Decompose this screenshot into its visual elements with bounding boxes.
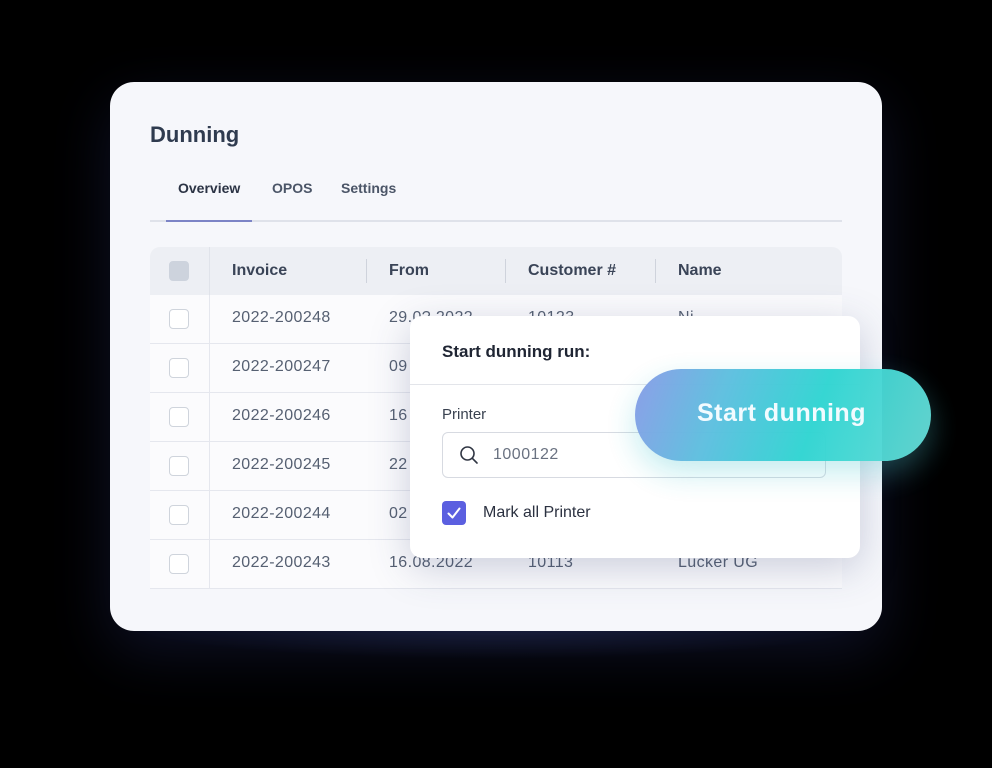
column-header-name[interactable]: Name xyxy=(678,262,722,280)
active-tab-indicator xyxy=(166,220,252,222)
column-header-from[interactable]: From xyxy=(389,262,429,280)
printer-label: Printer xyxy=(442,406,487,423)
cell-invoice: 2022-200246 xyxy=(232,407,331,424)
column-divider xyxy=(505,259,506,283)
mark-all-printer-checkbox[interactable] xyxy=(442,501,466,525)
select-all-checkbox[interactable] xyxy=(169,261,189,281)
table-header: Invoice From Customer # Name xyxy=(150,247,842,295)
row-select-cell xyxy=(150,393,210,441)
cell-invoice: 2022-200244 xyxy=(232,505,331,522)
column-header-customer[interactable]: Customer # xyxy=(528,262,616,280)
cell-invoice: 2022-200247 xyxy=(232,358,331,375)
column-divider xyxy=(655,259,656,283)
tab-bar: Overview OPOS Settings xyxy=(150,172,842,222)
column-header-invoice[interactable]: Invoice xyxy=(232,262,287,280)
row-checkbox[interactable] xyxy=(169,358,189,378)
row-select-cell xyxy=(150,540,210,588)
dialog-title: Start dunning run: xyxy=(442,342,591,361)
row-select-cell xyxy=(150,491,210,539)
cell-invoice: 2022-200245 xyxy=(232,456,331,473)
row-checkbox[interactable] xyxy=(169,554,189,574)
page-title: Dunning xyxy=(150,122,240,147)
row-select-cell xyxy=(150,295,210,343)
row-select-cell xyxy=(150,442,210,490)
cell-invoice: 2022-200248 xyxy=(232,309,331,326)
row-checkbox[interactable] xyxy=(169,456,189,476)
tab-overview[interactable]: Overview xyxy=(178,180,240,196)
mark-all-printer-label[interactable]: Mark all Printer xyxy=(483,504,591,522)
checkmark-icon xyxy=(447,507,461,519)
cell-from: 16 xyxy=(389,407,408,424)
tab-settings[interactable]: Settings xyxy=(341,180,396,196)
column-divider xyxy=(366,259,367,283)
header-select-cell xyxy=(150,247,210,295)
cell-invoice: 2022-200243 xyxy=(232,554,331,571)
cell-from: 02 xyxy=(389,505,408,522)
tab-opos[interactable]: OPOS xyxy=(272,180,312,196)
start-dunning-button[interactable]: Start dunning xyxy=(635,369,931,461)
printer-input-value: 1000122 xyxy=(493,446,559,463)
cell-from: 22 xyxy=(389,456,408,473)
start-dunning-button-label: Start dunning xyxy=(697,399,866,427)
cell-from: 09 xyxy=(389,358,408,375)
row-checkbox[interactable] xyxy=(169,505,189,525)
row-select-cell xyxy=(150,344,210,392)
search-icon xyxy=(459,445,479,470)
row-checkbox[interactable] xyxy=(169,407,189,427)
row-checkbox[interactable] xyxy=(169,309,189,329)
